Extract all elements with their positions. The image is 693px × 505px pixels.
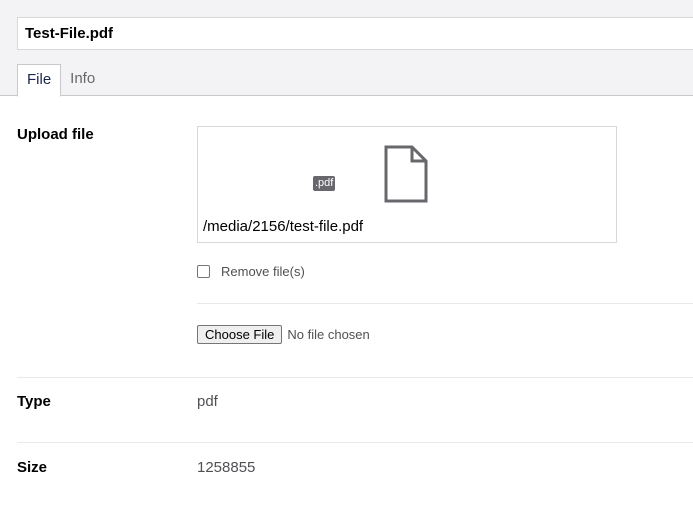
editor-tabs: File Info xyxy=(17,64,104,97)
tab-info[interactable]: Info xyxy=(61,64,104,96)
media-name-input[interactable] xyxy=(17,17,693,50)
remove-file-label[interactable]: Remove file(s) xyxy=(221,264,305,279)
editor-header: File Info xyxy=(0,0,693,97)
document-icon xyxy=(384,145,428,208)
file-preview[interactable]: .pdf /media/2156/test-file.pdf xyxy=(197,126,617,243)
no-file-chosen-text: No file chosen xyxy=(287,327,370,342)
type-label: Type xyxy=(17,393,51,410)
row-divider-upload xyxy=(17,377,693,378)
choose-file-button[interactable]: Choose File xyxy=(197,325,283,344)
file-chooser: Choose File No file chosen xyxy=(197,325,370,344)
media-editor-page: File Info Upload file .pdf /media/2156/t… xyxy=(0,0,693,505)
file-extension-badge: .pdf xyxy=(313,176,336,191)
remove-file-row: Remove file(s) xyxy=(197,264,305,279)
row-divider-type xyxy=(17,442,693,443)
upload-divider xyxy=(197,303,693,304)
tab-file[interactable]: File xyxy=(17,64,62,97)
remove-file-checkbox[interactable] xyxy=(197,265,210,278)
upload-file-label: Upload file xyxy=(17,126,94,143)
type-value: pdf xyxy=(197,393,218,410)
size-label: Size xyxy=(17,459,48,476)
size-value: 1258855 xyxy=(197,459,256,476)
file-path-link[interactable]: /media/2156/test-file.pdf xyxy=(203,218,363,235)
